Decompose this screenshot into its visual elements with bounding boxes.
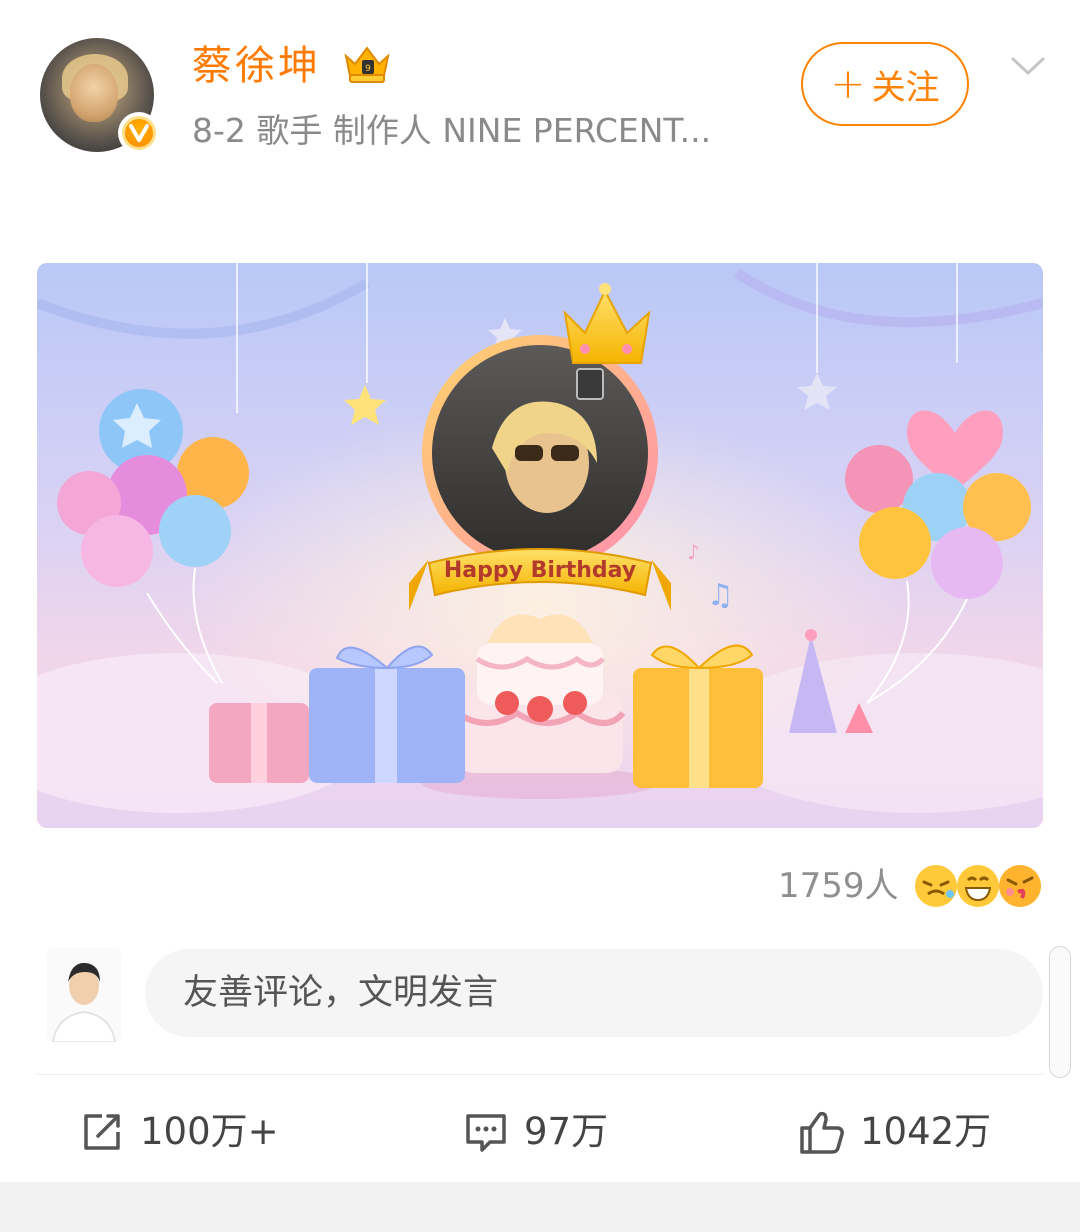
grin-emoji-icon [957, 865, 999, 907]
kiss-emoji-icon [999, 865, 1041, 907]
divider [37, 1074, 1043, 1075]
thumbs-up-icon [800, 1111, 844, 1154]
chevron-down-icon[interactable] [1010, 54, 1046, 78]
plus-icon: + [830, 59, 866, 108]
bottom-separator [0, 1182, 1080, 1232]
comment-input[interactable]: 友善评论，文明发言 [145, 949, 1043, 1037]
follow-button[interactable]: + 关注 [801, 42, 969, 126]
birthday-banner-image[interactable]: Happy Birthday ♫ ♪ [37, 263, 1043, 828]
share-icon [84, 1114, 120, 1150]
author-meta: 8-2 歌手 制作人 NINE PERCENT... [192, 111, 712, 150]
svg-text:♫: ♫ [707, 578, 734, 613]
comment-button[interactable]: 97万 [462, 1100, 608, 1164]
avatar-face [70, 64, 118, 122]
scrollbar[interactable] [1049, 946, 1071, 1078]
crown-badge-icon: 9 [344, 46, 390, 83]
comment-count: 97万 [524, 1110, 609, 1153]
follow-label: 关注 [871, 67, 940, 108]
repost-count: 100万+ [140, 1110, 279, 1153]
like-count: 1042万 [860, 1110, 992, 1153]
tears-of-joy-emoji-icon [915, 865, 957, 907]
comment-icon [466, 1114, 506, 1152]
reaction-count[interactable]: 1759人 [778, 862, 899, 910]
svg-text:9: 9 [365, 64, 371, 74]
verified-v-icon [118, 112, 160, 154]
like-button[interactable]: 1042万 [798, 1100, 991, 1164]
repost-button[interactable]: 100万+ [78, 1100, 279, 1164]
svg-text:♪: ♪ [687, 540, 700, 564]
author-name[interactable]: 蔡徐坤 [192, 40, 321, 92]
happy-birthday-text: Happy Birthday [444, 558, 636, 583]
current-user-avatar[interactable] [47, 948, 121, 1042]
